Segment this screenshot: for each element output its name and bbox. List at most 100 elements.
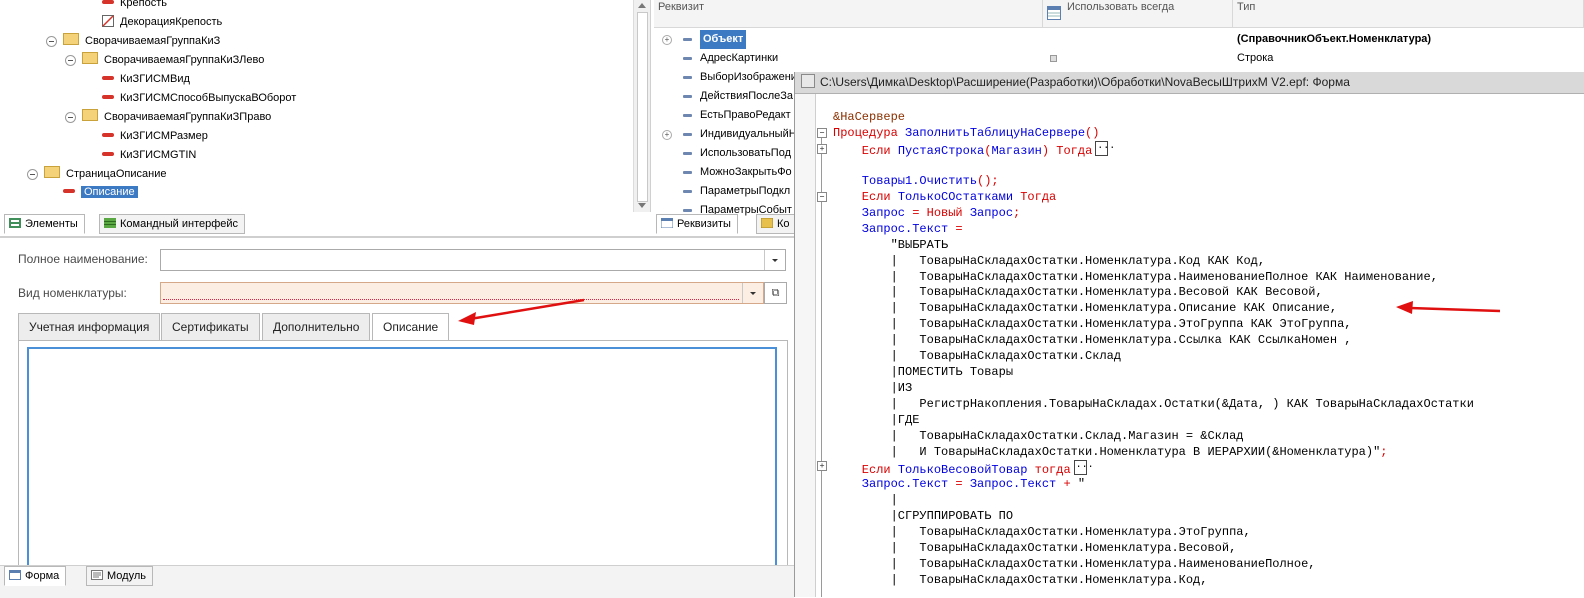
tree-item[interactable]: СворачиваемаяГруппаКиЗ [63, 32, 220, 50]
tree-item[interactable]: ДекорацияКрепость [102, 13, 222, 31]
code-line[interactable]: | ТоварыНаСкладахОстатки.Номенклатура.Эт… [833, 524, 1251, 540]
tab-attributes[interactable]: Реквизиты [656, 214, 738, 234]
attribute-row[interactable]: ЕстьПравоРедакт [654, 106, 794, 125]
code-token: "ВЫБРАТЬ [833, 237, 949, 252]
code-line[interactable]: | И ТоварыНаСкладахОстатки.Номенклатура … [833, 444, 1388, 460]
collapsed-block-icon[interactable] [1073, 458, 1094, 475]
use-always-checkbox[interactable] [1050, 55, 1057, 62]
collapse-toggle[interactable] [65, 112, 76, 123]
code-line[interactable]: | ТоварыНаСкладахОстатки.Номенклатура.На… [833, 556, 1316, 572]
full-name-field[interactable] [160, 249, 786, 271]
code-line[interactable]: | ТоварыНаСкладахОстатки.Номенклатура.Ве… [833, 540, 1237, 556]
attribute-row[interactable]: ВыборИзображени [654, 68, 794, 87]
tree-item[interactable]: КиЗГИСМGTIN [102, 146, 196, 164]
column-header-use-always[interactable]: Использовать всегда [1043, 0, 1233, 28]
attribute-row[interactable]: + ИндивидуальныйН [654, 125, 794, 144]
code-line[interactable]: | [833, 492, 898, 508]
column-header-type[interactable]: Тип [1233, 0, 1584, 28]
fold-toggle-icon[interactable]: − [817, 192, 827, 202]
code-line[interactable]: | ТоварыНаСкладахОстатки.Номенклатура.Эт… [833, 316, 1352, 332]
window-title-bar[interactable]: C:\Users\Димка\Desktop\Расширение(Разраб… [795, 72, 1584, 94]
fold-toggle-icon[interactable]: − [817, 128, 827, 138]
scroll-thumb[interactable] [637, 12, 648, 202]
code-token: Если [833, 462, 898, 477]
code-token: | ТоварыНаСкладахОстатки.Номенклатура.Ве… [833, 540, 1237, 555]
code-line[interactable]: | ТоварыНаСкладахОстатки.Склад [833, 348, 1121, 364]
code-line[interactable]: &НаСервере [833, 109, 905, 125]
scroll-down-icon[interactable] [638, 203, 646, 208]
attribute-icon [683, 114, 692, 117]
code-line[interactable]: Запрос = Новый Запрос; [833, 205, 1020, 221]
chevron-down-icon[interactable] [764, 250, 785, 270]
tree-item[interactable]: СтраницаОписание [44, 165, 166, 183]
tree-scrollbar[interactable] [633, 0, 650, 212]
attribute-row[interactable]: + Объект [654, 30, 794, 49]
code-line[interactable]: Процедура ЗаполнитьТаблицуНаСервере() [833, 125, 1099, 141]
attribute-icon [683, 190, 692, 193]
tab-accounting-info[interactable]: Учетная информация [18, 313, 161, 342]
tree-item[interactable]: СворачиваемаяГруппаКиЗЛево [82, 51, 264, 69]
attribute-row[interactable]: АдресКартинки [654, 49, 794, 68]
form-bottom-tabs: Форма Модуль [0, 565, 794, 598]
code-line[interactable]: | ТоварыНаСкладахОстатки.Склад.Магазин =… [833, 428, 1244, 444]
expand-icon[interactable]: + [662, 130, 672, 140]
attribute-row[interactable]: ИспользоватьПод [654, 144, 794, 163]
code-line[interactable]: | ТоварыНаСкладахОстатки.Номенклатура.Оп… [833, 300, 1337, 316]
kind-field[interactable] [160, 282, 764, 304]
chevron-down-icon[interactable] [742, 283, 763, 303]
code-token: = [955, 221, 963, 236]
code-line[interactable]: | ТоварыНаСкладахОстатки.Номенклатура.Ко… [833, 572, 1208, 588]
fold-toggle-icon[interactable]: + [817, 461, 827, 471]
column-header-attribute[interactable]: Реквизит [654, 0, 1043, 28]
collapse-toggle[interactable] [46, 36, 57, 47]
code-line[interactable]: | ТоварыНаСкладахОстатки.Номенклатура.Сс… [833, 332, 1352, 348]
code-line[interactable]: | ТоварыНаСкладахОстатки.Номенклатура.Ко… [833, 253, 1265, 269]
tab-command-interface[interactable]: Командный интерфейс [99, 214, 246, 234]
open-icon[interactable]: ⧉ [764, 282, 787, 304]
collapse-toggle[interactable] [27, 169, 38, 180]
expand-icon[interactable]: + [662, 35, 672, 45]
description-textarea[interactable] [27, 347, 777, 565]
tab-commands[interactable]: Ко [756, 214, 797, 234]
scroll-up-icon[interactable] [638, 3, 646, 8]
code-line[interactable]: |СГРУППИРОВАТЬ ПО [833, 508, 1013, 524]
code-line[interactable]: | ТоварыНаСкладахОстатки.Номенклатура.Ве… [833, 284, 1323, 300]
tree-item[interactable]: Крепость [102, 0, 167, 12]
collapsed-block-icon[interactable] [1095, 139, 1115, 156]
field-icon [63, 189, 75, 193]
fold-toggle-icon[interactable]: + [817, 144, 827, 154]
tab-elements[interactable]: Элементы [4, 214, 85, 234]
tree-item[interactable]: СворачиваемаяГруппаКиЗПраво [82, 108, 271, 126]
tab-additional[interactable]: Дополнительно [262, 313, 371, 342]
code-token: = Новый [912, 205, 970, 220]
tree-item[interactable]: КиЗГИСМВид [102, 70, 190, 88]
code-line[interactable]: |ИЗ [833, 380, 913, 396]
tab-certificates[interactable]: Сертификаты [161, 313, 260, 342]
code-line[interactable]: |ГДЕ [833, 412, 920, 428]
code-line[interactable]: Если ТолькоВесовойТовар тогда [833, 458, 1094, 477]
attribute-row[interactable]: ДействияПослеЗа [654, 87, 794, 106]
code-line[interactable]: |ПОМЕСТИТЬ Товары [833, 364, 1013, 380]
code-line[interactable]: | РегистрНакопления.ТоварыНаСкладах.Оста… [833, 396, 1474, 412]
tree-item-selected[interactable]: Описание [63, 183, 138, 201]
collapse-toggle[interactable] [65, 55, 76, 66]
code-token: | ТоварыНаСкладахОстатки.Номенклатура.Ве… [833, 285, 1323, 300]
attribute-row[interactable]: ПараметрыПодкл [654, 182, 794, 201]
tree-item[interactable]: КиЗГИСМСпособВыпускаВОборот [102, 89, 296, 107]
attribute-row[interactable]: МожноЗакрытьФо [654, 163, 794, 182]
code-line[interactable]: Товары1.Очистить(); [833, 173, 999, 189]
code-token: (); [977, 173, 999, 188]
tree-item[interactable]: КиЗГИСМРазмер [102, 127, 208, 145]
code-line[interactable]: | ТоварыНаСкладахОстатки.Номенклатура.На… [833, 269, 1438, 285]
code-line[interactable]: Запрос.Текст = [833, 221, 963, 237]
code-line[interactable]: "ВЫБРАТЬ [833, 237, 949, 253]
code-token: | ТоварыНаСкладахОстатки.Номенклатура.Эт… [833, 524, 1251, 539]
tab-form[interactable]: Форма [4, 566, 67, 586]
code-line[interactable]: Если ПустаяСтрока(Магазин) Тогда [833, 139, 1115, 158]
table-icon [1047, 6, 1061, 20]
full-name-label: Полное наименование: [18, 252, 148, 266]
tab-module[interactable]: Модуль [86, 566, 153, 586]
code-line[interactable]: Если ТолькоСОстатками Тогда [833, 189, 1056, 205]
tab-description[interactable]: Описание [372, 313, 450, 342]
code-line[interactable]: Запрос.Текст = Запрос.Текст + " [833, 476, 1085, 492]
